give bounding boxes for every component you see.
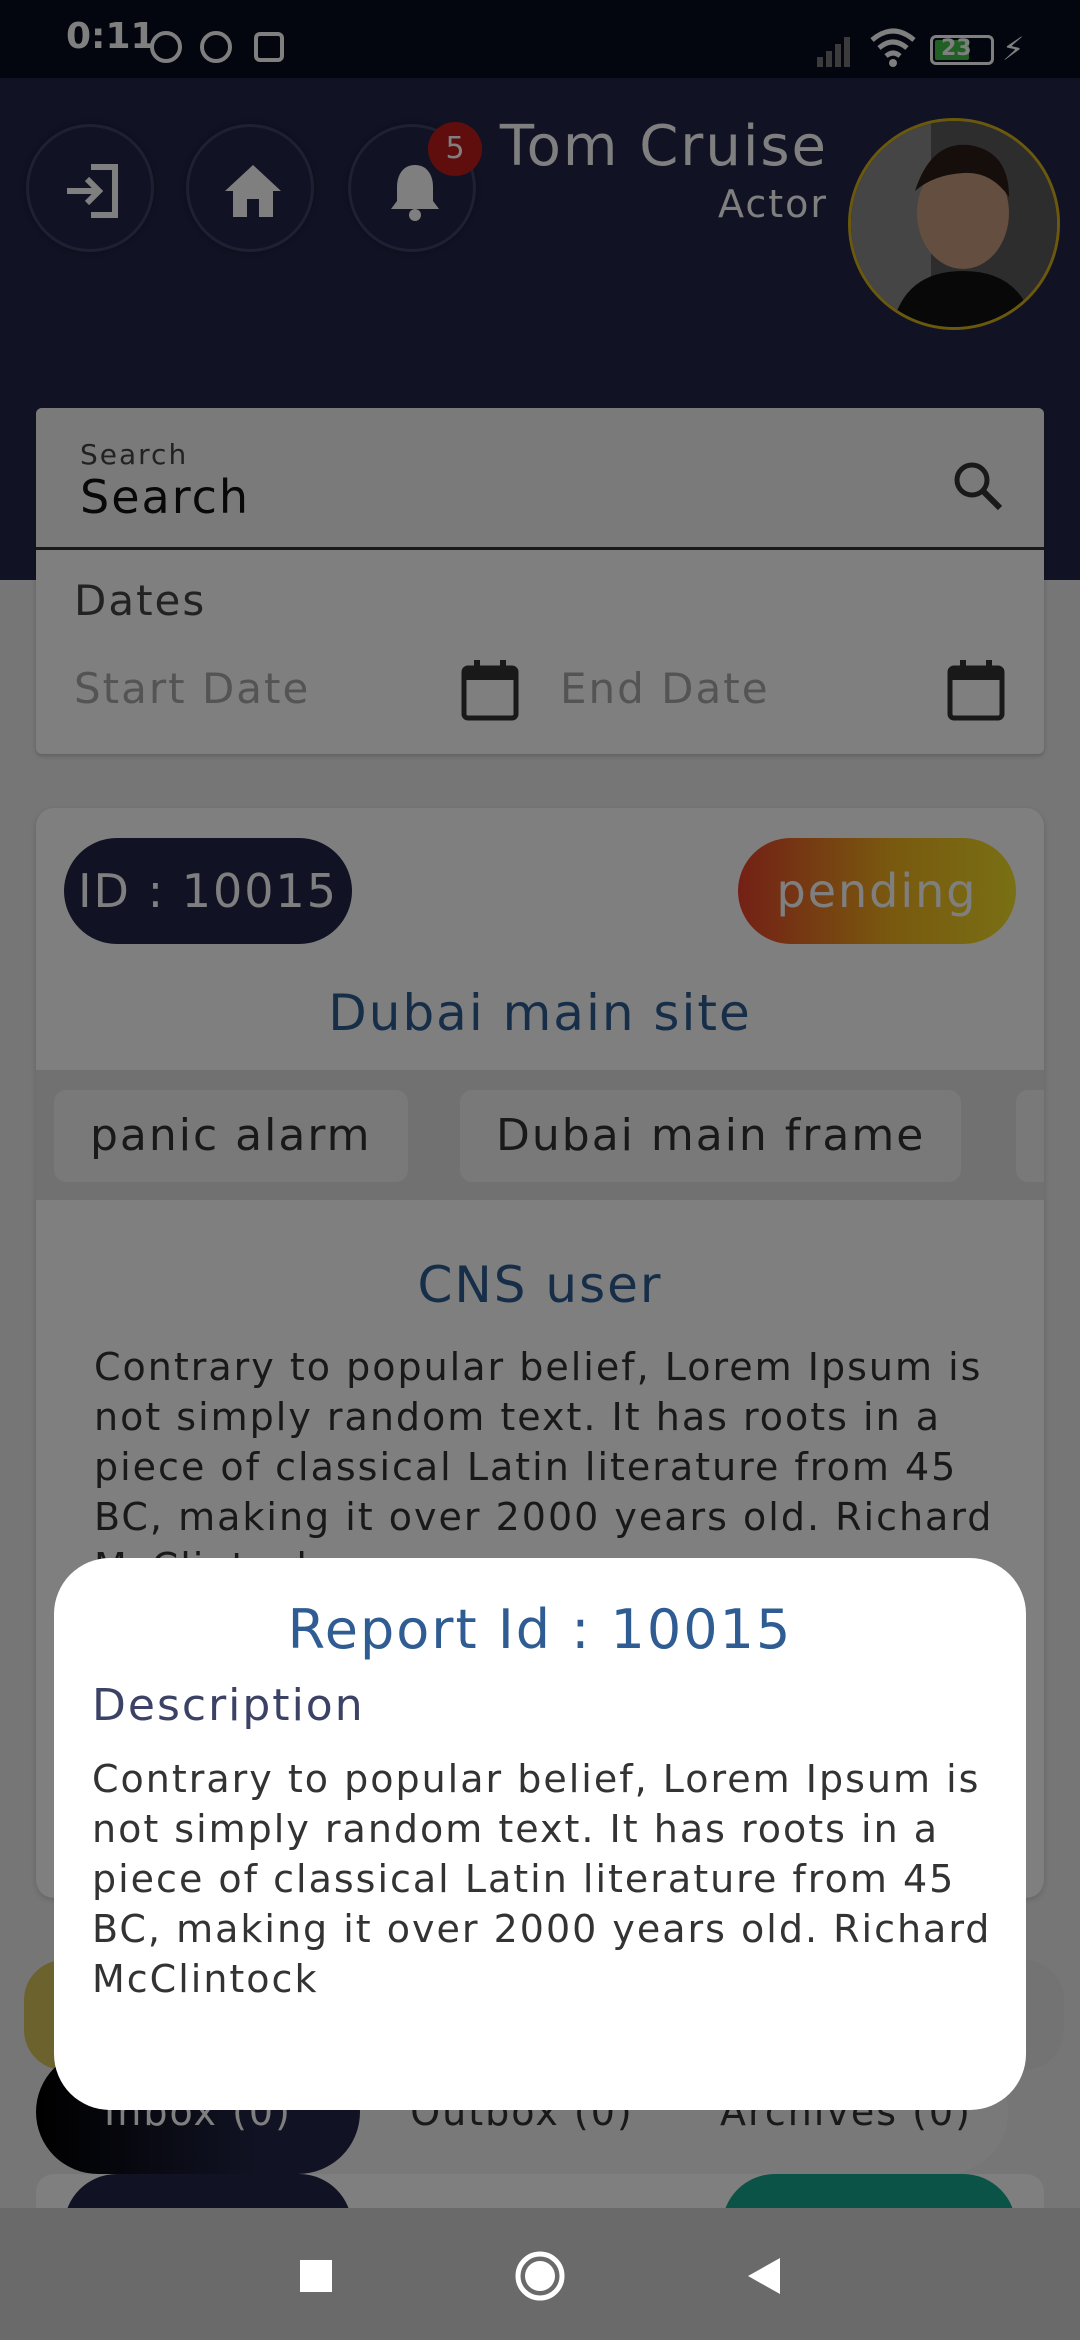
home-nav-icon[interactable] [510,2246,570,2306]
recents-icon[interactable] [286,2246,346,2306]
dialog-body: Contrary to popular belief, Lorem Ipsum … [92,1757,992,2001]
report-detail-dialog: Report Id : 10015 Description Contrary t… [54,1558,1026,2110]
dialog-title: Report Id : 10015 [287,1598,793,1661]
system-nav-bar [0,2208,1080,2340]
dialog-subtitle: Description [92,1680,365,1731]
back-icon[interactable] [734,2246,794,2306]
